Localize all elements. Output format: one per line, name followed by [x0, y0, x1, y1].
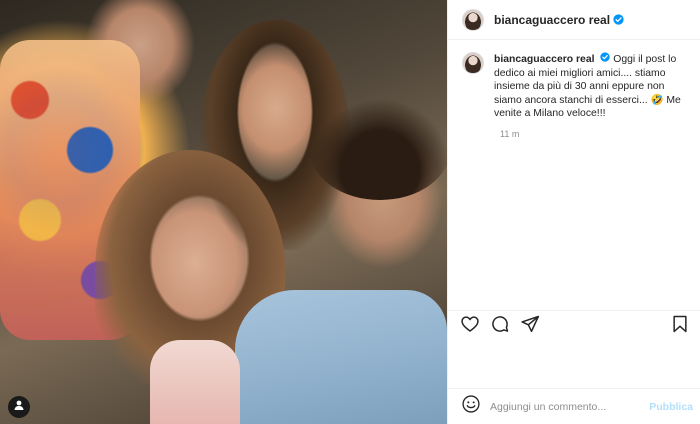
like-button[interactable] [458, 314, 482, 338]
avatar[interactable] [462, 52, 484, 74]
comment-bubble-icon [490, 314, 510, 339]
paper-plane-icon [520, 314, 540, 339]
comments-area: biancaguaccero real Oggi il post lo dedi… [448, 40, 700, 308]
caption-username[interactable]: biancaguaccero real [494, 54, 595, 65]
user-tag-icon [13, 398, 25, 416]
verified-badge-icon [613, 14, 624, 25]
publish-button[interactable]: Pubblica [649, 401, 693, 413]
photo-region-hair [310, 100, 447, 200]
comment-input[interactable] [490, 400, 650, 413]
caption-text: biancaguaccero real Oggi il post lo dedi… [494, 52, 684, 121]
share-button[interactable] [518, 314, 542, 338]
heart-icon [460, 314, 480, 339]
photo-region-shirt [235, 290, 447, 424]
header-username[interactable]: biancaguaccero real [494, 13, 610, 27]
add-comment-bar: Pubblica [448, 388, 700, 424]
post-side-panel: biancaguaccero real biancaguaccero real … [447, 0, 700, 424]
smiley-icon [461, 394, 481, 419]
tagged-users-button[interactable] [8, 396, 30, 418]
action-bar [448, 310, 700, 338]
save-button[interactable] [668, 314, 692, 338]
post-photo[interactable] [0, 0, 447, 424]
comment-button[interactable] [488, 314, 512, 338]
bookmark-icon [670, 314, 690, 339]
caption: biancaguaccero real Oggi il post lo dedi… [462, 52, 686, 121]
post-header: biancaguaccero real [448, 0, 700, 40]
post-timestamp[interactable]: 11 m [500, 129, 686, 139]
emoji-button[interactable] [460, 394, 482, 419]
verified-badge-icon [600, 52, 611, 62]
photo-region-top [150, 340, 240, 424]
avatar[interactable] [462, 8, 484, 31]
